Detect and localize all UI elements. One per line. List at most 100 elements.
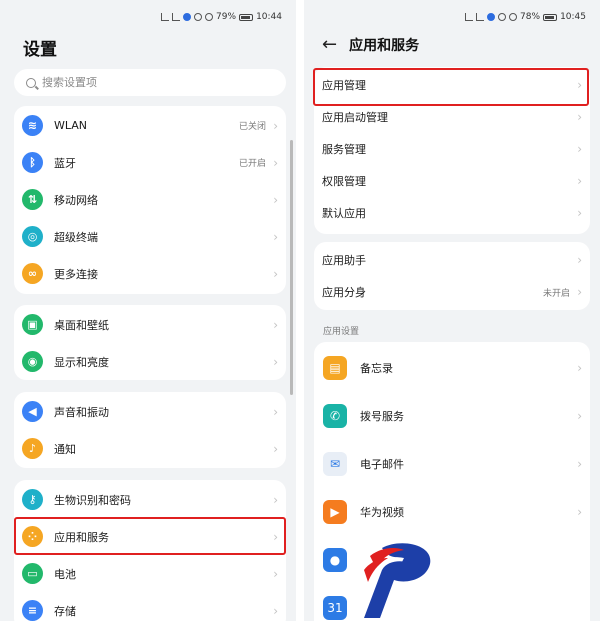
nfc-icon xyxy=(498,13,507,21)
apps-menu-item[interactable]: 权限管理 › xyxy=(314,165,590,197)
settings-item-label: 生物识别和密码 xyxy=(54,493,131,507)
settings-item-label: 蓝牙 xyxy=(54,156,76,170)
chevron-right-icon: › xyxy=(577,505,582,519)
chevron-right-icon: › xyxy=(577,174,582,188)
settings-item[interactable]: ◉ 显示和亮度 › xyxy=(14,343,286,380)
settings-item[interactable]: ∞ 更多连接 › xyxy=(14,255,286,292)
scrollbar[interactable] xyxy=(290,140,293,395)
email-icon: ✉ xyxy=(323,452,347,476)
contacts-icon: ● xyxy=(323,548,347,572)
chevron-right-icon: › xyxy=(273,155,278,170)
settings-item[interactable]: ᛒ 蓝牙 已开启 › xyxy=(14,144,286,181)
settings-item[interactable]: ⇅ 移动网络 › xyxy=(14,181,286,218)
apps-menu-item-label: 权限管理 xyxy=(322,175,366,188)
section-title: 应用设置 xyxy=(323,327,360,337)
settings-item-label: 更多连接 xyxy=(54,267,98,281)
battery-percent: 78% xyxy=(520,12,541,22)
app-settings-item[interactable]: ▤ 备忘录 › xyxy=(314,344,590,392)
search-bar[interactable] xyxy=(14,69,286,96)
chevron-right-icon: › xyxy=(577,409,582,423)
settings-item[interactable]: ≡ 存储 › xyxy=(14,592,286,621)
settings-item[interactable]: ⚷ 生物识别和密码 › xyxy=(14,481,286,518)
signal-icon xyxy=(172,13,181,21)
settings-item-label: 存储 xyxy=(54,604,76,618)
memo-icon: ▤ xyxy=(323,356,347,380)
chevron-right-icon: › xyxy=(577,285,582,299)
chevron-right-icon: › xyxy=(577,253,582,267)
settings-item[interactable]: ◎ 超级终端 › xyxy=(14,218,286,255)
status-bar: 78% 10:45 xyxy=(465,10,586,24)
apps-menu-item-label: 默认应用 xyxy=(322,207,366,220)
watermark-logo-icon xyxy=(364,543,431,618)
apps-menu-item[interactable]: 应用助手 › xyxy=(314,244,590,276)
page-title: 应用和服务 xyxy=(349,38,420,54)
panel-divider xyxy=(296,0,304,621)
search-icon xyxy=(26,77,36,88)
chevron-right-icon: › xyxy=(273,118,278,133)
display-icon: ◉ xyxy=(22,351,43,372)
chevron-right-icon: › xyxy=(273,404,278,419)
app-settings-item[interactable]: ✆ 拨号服务 › xyxy=(314,392,590,440)
chevron-right-icon: › xyxy=(273,441,278,456)
back-arrow-icon[interactable]: ← xyxy=(322,35,337,55)
bluetooth-icon: ᛒ xyxy=(22,152,43,173)
apps-menu-item-label: 应用分身 xyxy=(322,286,366,299)
mobile-network-icon: ⇅ xyxy=(22,189,43,210)
storage-icon: ≡ xyxy=(22,600,43,621)
chevron-right-icon: › xyxy=(273,192,278,207)
settings-item-label: 显示和亮度 xyxy=(54,355,109,369)
settings-item-label: WLAN xyxy=(54,119,88,132)
status-bar: 79% 10:44 xyxy=(161,10,282,24)
settings-item[interactable]: ⁘ 应用和服务 › xyxy=(14,518,286,555)
apps-menu-item-label: 应用管理 xyxy=(322,79,366,92)
apps-group-assistant: 应用助手 › 应用分身 未开启 › xyxy=(314,242,590,310)
apps-menu-item[interactable]: 应用分身 未开启 › xyxy=(314,276,590,308)
settings-item-value: 已开启 xyxy=(238,159,266,169)
settings-item[interactable]: ◀ 声音和振动 › xyxy=(14,393,286,430)
apps-menu-item[interactable]: 应用管理 › xyxy=(314,69,590,101)
app-settings-item[interactable]: ▶ 华为视频 › xyxy=(314,488,590,536)
wallpaper-icon: ▣ xyxy=(22,314,43,335)
apps-menu-item-label: 服务管理 xyxy=(322,143,366,156)
apps-menu-item[interactable]: 服务管理 › xyxy=(314,133,590,165)
wifi-icon: ≋ xyxy=(22,115,43,136)
chevron-right-icon: › xyxy=(577,78,582,92)
apps-menu-item[interactable]: 默认应用 › xyxy=(314,197,590,229)
settings-item[interactable]: ▣ 桌面和壁纸 › xyxy=(14,306,286,343)
apps-menu-item[interactable]: 应用启动管理 › xyxy=(314,101,590,133)
app-settings-list: ▤ 备忘录 › ✆ 拨号服务 › ✉ 电子邮件 › ▶ 华为视频 › ● 31 xyxy=(314,342,590,621)
app-notification-icon xyxy=(183,13,192,21)
settings-item[interactable]: ♪ 通知 › xyxy=(14,430,286,467)
settings-group-display: ▣ 桌面和壁纸 › ◉ 显示和亮度 › xyxy=(14,305,286,380)
sound-icon: ◀ xyxy=(22,401,43,422)
battery-icon: ▭ xyxy=(22,563,43,584)
apps-menu-item-label: 应用启动管理 xyxy=(322,111,388,124)
search-input[interactable] xyxy=(42,76,262,89)
app-settings-item[interactable]: ● xyxy=(314,536,590,584)
settings-item[interactable]: ≋ WLAN 已关闭 › xyxy=(14,107,286,144)
app-settings-item-label: 电子邮件 xyxy=(360,458,404,471)
app-settings-item[interactable]: ✉ 电子邮件 › xyxy=(314,440,590,488)
settings-item-label: 应用和服务 xyxy=(54,530,109,544)
phone-icon: ✆ xyxy=(323,404,347,428)
apps-services-screen: 78% 10:45 ← 应用和服务 应用管理 › 应用启动管理 › 服务管理 › 权限管理 ›… xyxy=(304,0,600,621)
battery-percent: 79% xyxy=(216,12,237,22)
signal-icon xyxy=(161,13,170,21)
chevron-right-icon: › xyxy=(273,566,278,581)
chevron-right-icon: › xyxy=(577,457,582,471)
app-settings-item-label: 拨号服务 xyxy=(360,410,404,423)
apps-menu-item-value: 未开启 xyxy=(542,288,570,299)
bell-icon: ♪ xyxy=(22,438,43,459)
app-settings-item-label: 华为视频 xyxy=(360,506,404,519)
video-icon: ▶ xyxy=(323,500,347,524)
bluetooth-status-icon xyxy=(205,13,214,21)
signal-icon xyxy=(476,13,485,21)
app-settings-item[interactable]: 31 xyxy=(314,584,590,621)
settings-item-value: 已关闭 xyxy=(238,122,266,132)
settings-item-label: 声音和振动 xyxy=(54,405,109,419)
battery-status-icon xyxy=(543,13,558,21)
settings-item[interactable]: ▭ 电池 › xyxy=(14,555,286,592)
app-notification-icon xyxy=(487,13,496,21)
page-title: 设置 xyxy=(23,40,57,60)
settings-group-system: ⚷ 生物识别和密码 › ⁘ 应用和服务 › ▭ 电池 › ≡ 存储 › xyxy=(14,480,286,621)
